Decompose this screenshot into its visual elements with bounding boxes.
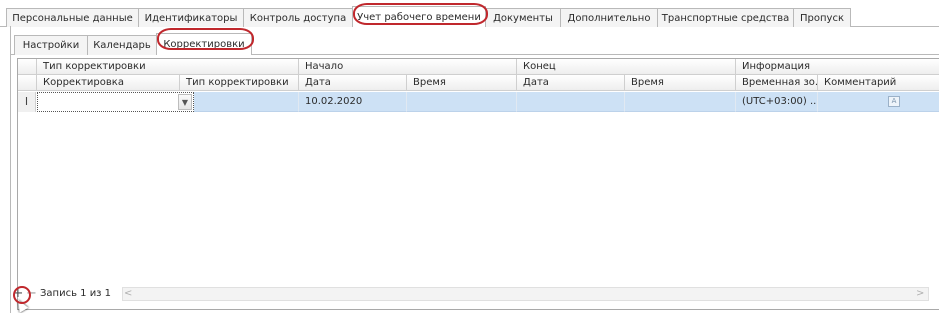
subtab-label: Корректировки	[163, 39, 245, 50]
cell-start-date[interactable]: 10.02.2020	[299, 92, 407, 112]
column-header-start-date[interactable]: Дата	[299, 75, 407, 91]
cell-end-time[interactable]	[625, 92, 736, 112]
tab-label: Дополнительно	[567, 12, 651, 24]
column-header-comment[interactable]: Комментарий	[818, 75, 939, 91]
band-header-info: Информация	[736, 59, 939, 75]
subtab-settings[interactable]: Настройки	[14, 35, 88, 55]
tab-access-control[interactable]: Контроль доступа	[243, 8, 353, 27]
column-header-start-time[interactable]: Время	[407, 75, 517, 91]
scroll-left-icon[interactable]: <	[124, 287, 132, 301]
tab-label: Транспортные средства	[661, 12, 790, 24]
corrections-grid[interactable]: Тип корректировки Начало Конец Информаци…	[17, 58, 939, 310]
record-counter: Запись 1 из 1	[40, 288, 112, 299]
cell-end-date[interactable]	[517, 92, 625, 112]
band-header-start: Начало	[299, 59, 517, 75]
cell-correction-type[interactable]	[180, 92, 299, 112]
grid-navigator: + − Запись 1 из 1 < >	[6, 284, 929, 303]
subtab-calendar[interactable]: Календарь	[87, 35, 157, 55]
tab-vehicles[interactable]: Транспортные средства	[657, 8, 794, 27]
tab-personal-data[interactable]: Персональные данные	[6, 8, 139, 27]
subtab-label: Календарь	[93, 40, 151, 51]
column-header-end-date[interactable]: Дата	[517, 75, 625, 91]
tab-time-tracking[interactable]: Учет рабочего времени	[352, 6, 486, 27]
cell-comment[interactable]	[818, 92, 939, 112]
cell-start-time[interactable]	[407, 92, 517, 112]
memo-icon[interactable]: A	[888, 96, 900, 107]
band-header-type: Тип корректировки	[37, 59, 299, 75]
tab-label: Контроль доступа	[249, 12, 347, 24]
cell-timezone[interactable]: (UTC+03:00) ...	[736, 92, 818, 112]
tab-label: Учет рабочего времени	[357, 11, 481, 23]
tab-label: Персональные данные	[12, 12, 133, 24]
main-tab-strip: Персональные данные Идентификаторы Контр…	[0, 0, 939, 28]
subtab-corrections[interactable]: Корректировки	[156, 33, 252, 55]
column-header-end-time[interactable]: Время	[625, 75, 736, 91]
column-header-correction[interactable]: Корректировка	[37, 75, 180, 91]
band-header-corner	[18, 59, 37, 75]
tab-additional[interactable]: Дополнительно	[560, 8, 658, 27]
time-tracking-panel: Настройки Календарь Корректировки Тип ко…	[10, 26, 939, 313]
delete-record-button[interactable]: −	[26, 285, 37, 302]
tab-documents[interactable]: Документы	[485, 8, 561, 27]
tab-label: Идентификаторы	[144, 12, 238, 24]
column-header-corner	[18, 75, 37, 91]
sub-tab-strip: Настройки Календарь Корректировки	[11, 26, 939, 56]
correction-combobox[interactable]: ▼	[37, 92, 194, 112]
tab-label: Документы	[493, 12, 553, 24]
column-header-correction-type[interactable]: Тип корректировки	[180, 75, 299, 91]
column-header-timezone[interactable]: Временная зо...	[736, 75, 818, 91]
horizontal-scrollbar[interactable]	[122, 287, 929, 301]
row-indicator: I	[18, 92, 36, 112]
tab-identifiers[interactable]: Идентификаторы	[138, 8, 244, 27]
scroll-right-icon[interactable]: >	[916, 287, 924, 301]
tab-label: Пропуск	[800, 12, 844, 24]
band-header-end: Конец	[517, 59, 736, 75]
tab-pass[interactable]: Пропуск	[793, 8, 851, 27]
chevron-down-icon[interactable]: ▼	[178, 94, 192, 110]
subtab-label: Настройки	[22, 40, 80, 51]
